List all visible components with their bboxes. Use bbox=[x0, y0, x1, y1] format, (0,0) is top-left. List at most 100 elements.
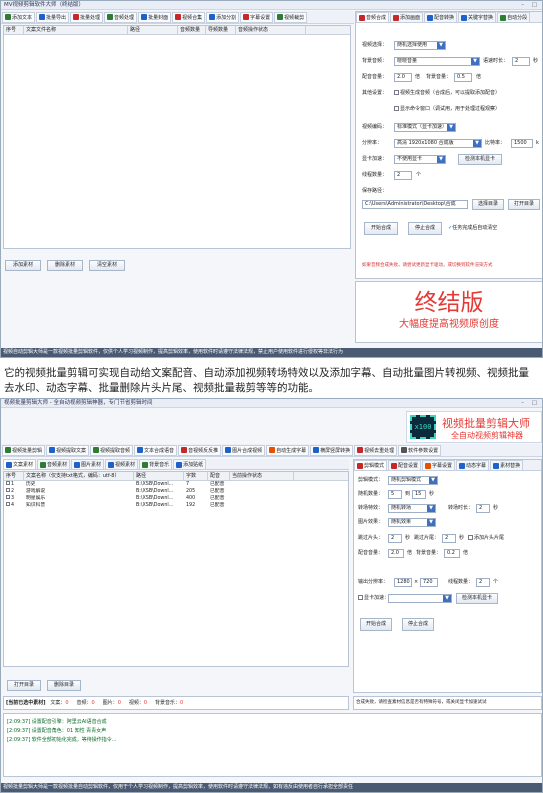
clear-material-button[interactable]: 清空素材 bbox=[89, 260, 125, 271]
settings-tab-4[interactable]: 素材替换 bbox=[490, 460, 524, 470]
settings-tab-3[interactable]: 动态字幕 bbox=[456, 460, 490, 470]
gpu-accel-option[interactable]: 显卡加速： bbox=[358, 594, 389, 603]
settings-tab-2[interactable]: 配音转换 bbox=[424, 12, 458, 22]
table-row[interactable]: 1 历史 B:\XSB\Downl... 7 已配音 bbox=[4, 481, 348, 488]
column-header[interactable]: 序号 bbox=[4, 26, 24, 34]
delete-material-button[interactable]: 删除素材 bbox=[47, 260, 83, 271]
column-header[interactable]: 文案文件名称 bbox=[24, 26, 128, 34]
material-tab-4[interactable]: 背景音乐 bbox=[139, 459, 173, 469]
settings-tab-1[interactable]: 添加画面 bbox=[390, 12, 424, 22]
checkbox-icon[interactable] bbox=[6, 495, 10, 499]
material-tab-2[interactable]: 图片素材 bbox=[71, 459, 105, 469]
gpu-dropdown[interactable]: ▼ bbox=[388, 594, 452, 603]
toolbar-button-9[interactable]: 软件参数设置 bbox=[398, 444, 442, 456]
skip-tail-input[interactable]: 2 bbox=[442, 534, 456, 543]
material-grid[interactable]: 序号 文案文件名称 路径 音频数量 导频数量 音频操作状态 bbox=[3, 25, 351, 249]
resolution-dropdown[interactable]: 高清 1920x1080 合成版 ▼ bbox=[394, 139, 482, 148]
table-row[interactable]: 3 明星娱乐 B:\XSB\Downl... 400 已配音 bbox=[4, 495, 348, 502]
threads-input[interactable]: 2 bbox=[476, 578, 490, 587]
toolbar-button-3[interactable]: 音频处理 bbox=[104, 11, 138, 23]
toolbar-button-1[interactable]: 批量导出 bbox=[36, 11, 70, 23]
toolbar-button-6[interactable]: 自动生成字幕 bbox=[266, 444, 310, 456]
toolbar-button-0[interactable]: 视频批量剪辑 bbox=[2, 444, 46, 456]
material-tab-0[interactable]: 文案素材 bbox=[3, 459, 37, 469]
settings-tab-1[interactable]: 配音设置 bbox=[388, 460, 422, 470]
settings-tab-0[interactable]: 剪辑模式 bbox=[354, 460, 388, 470]
column-header[interactable]: 配音 bbox=[208, 472, 230, 480]
option-generate-audio[interactable]: 视频生成音频（合成后，可以提取添加配音） bbox=[394, 89, 500, 98]
output-path-input[interactable]: C:\Users\Administrator\Desktop\合成 bbox=[362, 200, 468, 209]
detect-gpu-button[interactable]: 检测本机显卡 bbox=[456, 593, 498, 604]
gpu-dropdown[interactable]: 不使用显卡 ▼ bbox=[394, 155, 446, 164]
material-grid[interactable]: 序号 文案名称（仅支持txt格式，编码：utf-8） 路径 字数 配音 当前操作状态 1 历… bbox=[3, 471, 349, 667]
column-header[interactable]: 字数 bbox=[184, 472, 208, 480]
transition-dropdown[interactable]: 随机转场 ▼ bbox=[388, 504, 436, 513]
toolbar-button-3[interactable]: 文本合成语音 bbox=[134, 444, 178, 456]
random-max-input[interactable]: 15 bbox=[412, 490, 426, 499]
toolbar-button-6[interactable]: 添加分割 bbox=[206, 11, 240, 23]
checkbox-icon[interactable] bbox=[6, 488, 10, 492]
column-header[interactable]: 路径 bbox=[128, 26, 178, 34]
toolbar-button-8[interactable]: 视频去重处理 bbox=[354, 444, 398, 456]
threads-input[interactable]: 2 bbox=[394, 171, 412, 180]
bg-volume-input[interactable]: 0.5 bbox=[454, 73, 472, 82]
detect-gpu-button[interactable]: 检测本机显卡 bbox=[458, 154, 502, 165]
checkbox-icon[interactable] bbox=[6, 502, 10, 506]
start-merge-button[interactable]: 开始合成 bbox=[364, 222, 398, 235]
toolbar-button-4[interactable]: 批量封面 bbox=[138, 11, 172, 23]
option-show-console[interactable]: 显示命令窗口（调试用，用于处理过程观察） bbox=[394, 105, 500, 114]
encoding-dropdown[interactable]: 标准模式（显卡加速） ▼ bbox=[394, 123, 456, 132]
add-head-tail-option[interactable]: 添加片头片尾 bbox=[468, 534, 504, 543]
toolbar-button-7[interactable]: 字幕设置 bbox=[240, 11, 274, 23]
voice-dropdown[interactable]: 晓晓音量 ▼ bbox=[394, 57, 480, 66]
window-controls[interactable]: – □ bbox=[521, 399, 540, 408]
column-header[interactable]: 文案名称（仅支持txt格式，编码：utf-8） bbox=[24, 472, 134, 480]
res-height-input[interactable]: 720 bbox=[420, 578, 438, 587]
toolbar-button-5[interactable]: 图片合成视频 bbox=[222, 444, 266, 456]
stop-merge-button[interactable]: 停止合成 bbox=[402, 618, 434, 631]
pic-effect-dropdown[interactable]: 随机效果 ▼ bbox=[388, 518, 436, 527]
window-controls[interactable]: – □ bbox=[521, 1, 540, 10]
column-header[interactable]: 导频数量 bbox=[206, 26, 236, 34]
mode-dropdown[interactable]: 随机选择使用 ▼ bbox=[394, 41, 446, 50]
column-header[interactable]: 序号 bbox=[4, 472, 24, 480]
dub-volume-input[interactable]: 2.0 bbox=[388, 549, 404, 558]
column-header[interactable]: 路径 bbox=[134, 472, 184, 480]
table-row[interactable]: 4 知识科普 B:\XSB\Downl... 192 已配音 bbox=[4, 502, 348, 509]
material-tab-1[interactable]: 音频素材 bbox=[37, 459, 71, 469]
settings-tab-0[interactable]: 音频合成 bbox=[356, 12, 390, 22]
res-width-input[interactable]: 1280 bbox=[394, 578, 412, 587]
delete-folder-button[interactable]: 删除目录 bbox=[47, 680, 81, 691]
volume-input[interactable]: 2.0 bbox=[394, 73, 412, 82]
open-folder-button[interactable]: 打开目录 bbox=[7, 680, 41, 691]
toolbar-button-0[interactable]: 添加文本 bbox=[2, 11, 36, 23]
add-material-button[interactable]: 添加素材 bbox=[5, 260, 41, 271]
start-merge-button[interactable]: 开始合成 bbox=[360, 618, 392, 631]
stop-merge-button[interactable]: 停止合成 bbox=[408, 222, 442, 235]
skip-head-input[interactable]: 2 bbox=[388, 534, 402, 543]
toolbar-button-1[interactable]: 视频提取文案 bbox=[46, 444, 90, 456]
column-header[interactable]: 音频数量 bbox=[178, 26, 206, 34]
toolbar-button-8[interactable]: 视频裁剪 bbox=[274, 11, 308, 23]
toolbar-button-2[interactable]: 视频提取音频 bbox=[90, 444, 134, 456]
settings-tab-4[interactable]: 自动分段 bbox=[497, 12, 531, 22]
speed-input[interactable]: 2 bbox=[512, 57, 530, 66]
edit-mode-dropdown[interactable]: 随机剪辑模式 ▼ bbox=[388, 476, 438, 485]
material-tab-5[interactable]: 添加贴纸 bbox=[173, 459, 207, 469]
toolbar-button-4[interactable]: 音视频反反推 bbox=[178, 444, 222, 456]
settings-tab-2[interactable]: 字幕设置 bbox=[422, 460, 456, 470]
random-min-input[interactable]: 5 bbox=[388, 490, 402, 499]
browse-folder-button[interactable]: 选择目录 bbox=[472, 199, 504, 210]
toolbar-button-5[interactable]: 视频合集 bbox=[172, 11, 206, 23]
column-header[interactable]: 音频操作状态 bbox=[236, 26, 306, 34]
table-row[interactable]: 2 游戏解说 B:\XSB\Downl... 205 已配音 bbox=[4, 488, 348, 495]
column-header[interactable]: 当前操作状态 bbox=[230, 472, 294, 480]
bg-volume-input[interactable]: 0.2 bbox=[444, 549, 460, 558]
transition-time-input[interactable]: 2 bbox=[476, 504, 490, 513]
auto-clear-option[interactable]: ✓任务完成后自动清空 bbox=[448, 224, 497, 233]
checkbox-icon[interactable] bbox=[6, 481, 10, 485]
material-tab-3[interactable]: 视频素材 bbox=[105, 459, 139, 469]
toolbar-button-7[interactable]: 横屏竖屏转换 bbox=[310, 444, 354, 456]
open-folder-button[interactable]: 打开目录 bbox=[508, 199, 540, 210]
toolbar-button-2[interactable]: 批量处理 bbox=[70, 11, 104, 23]
